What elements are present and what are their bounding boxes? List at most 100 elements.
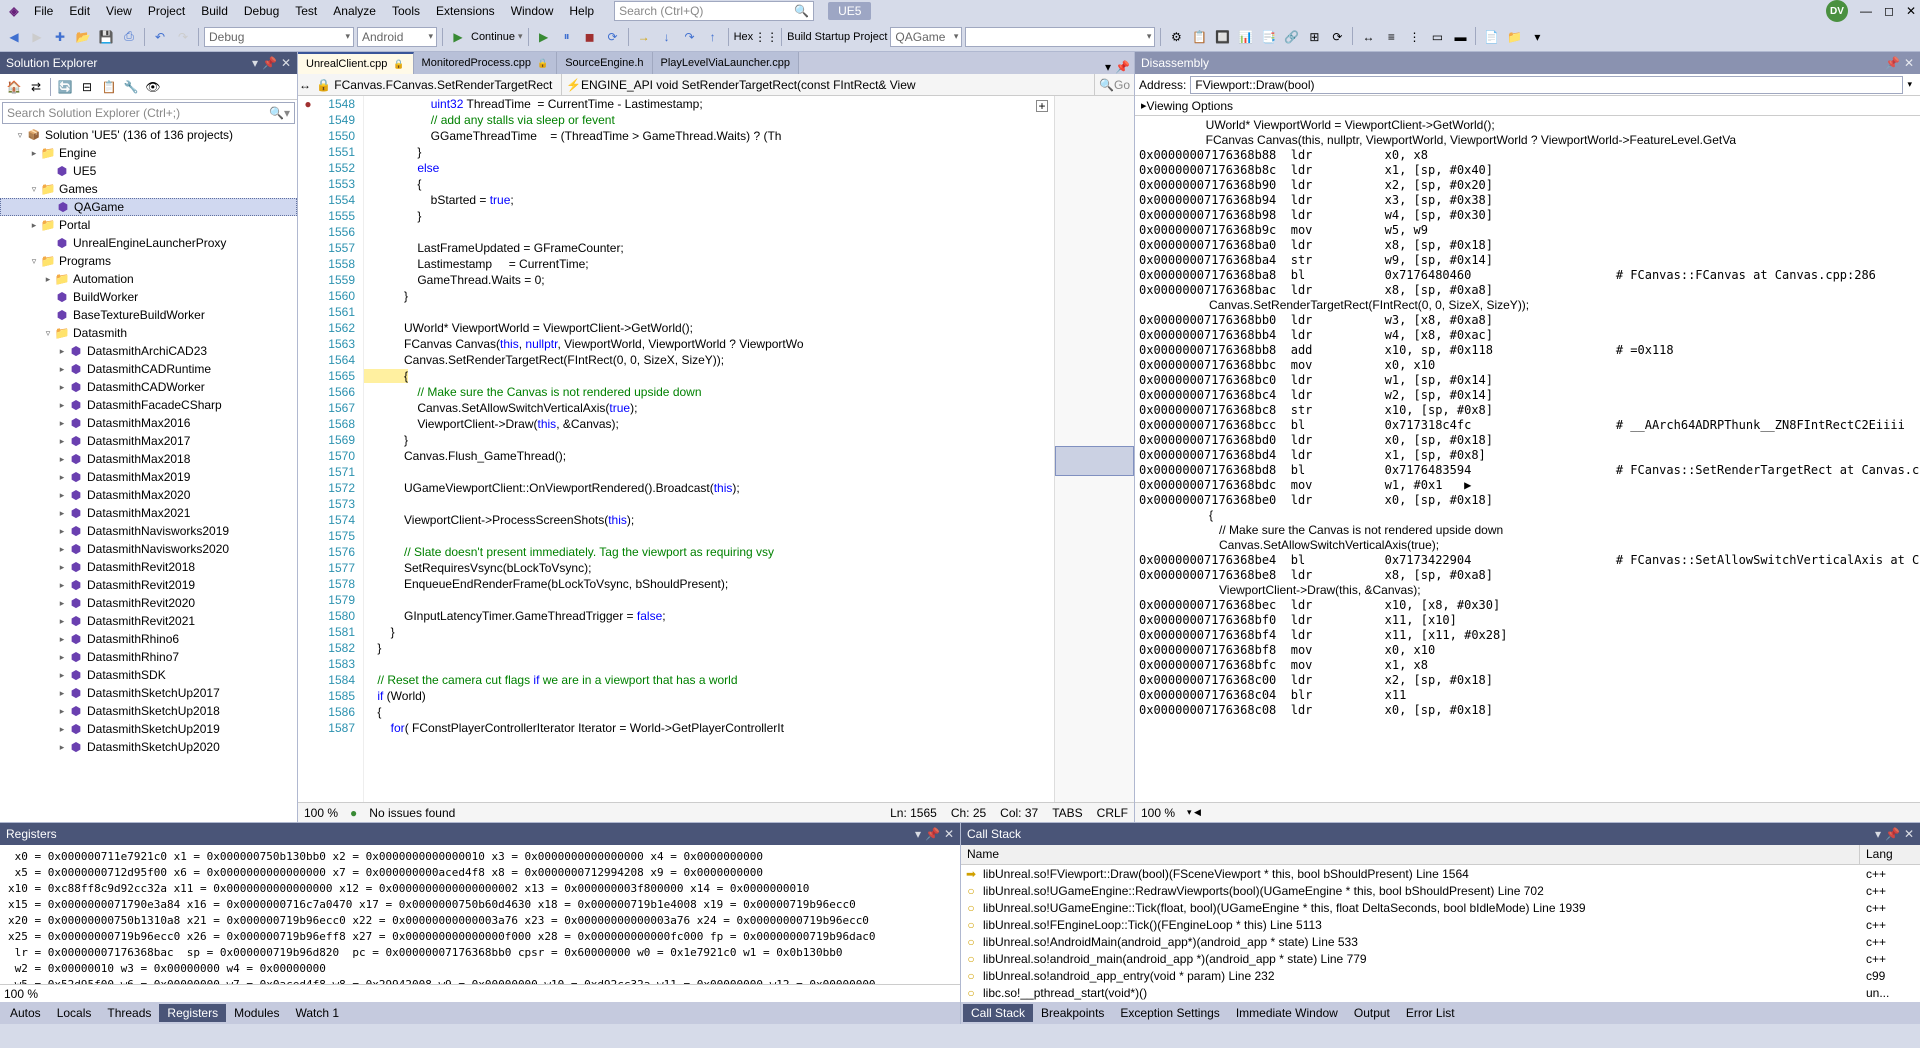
bottom-tab[interactable]: Autos <box>2 1004 49 1022</box>
tree-item[interactable]: ▸📁Engine <box>0 144 297 162</box>
callstack-row[interactable]: ○libUnreal.so!UGameEngine::RedrawViewpor… <box>961 882 1920 899</box>
tree-item[interactable]: ▸⬢DatasmithNavisworks2020 <box>0 540 297 558</box>
tree-arrow-icon[interactable]: ▸ <box>56 418 68 429</box>
tree-item[interactable]: ▸⬢DatasmithRevit2021 <box>0 612 297 630</box>
undo-icon[interactable]: ↶ <box>150 27 170 47</box>
tree-item[interactable]: ▸⬢DatasmithSketchUp2017 <box>0 684 297 702</box>
tree-arrow-icon[interactable]: ▸ <box>56 400 68 411</box>
new-item-icon[interactable]: ✚ <box>50 27 70 47</box>
extra-dropdown[interactable] <box>965 27 1155 47</box>
tree-arrow-icon[interactable]: ▸ <box>56 436 68 447</box>
nav-back-icon[interactable]: ◀ <box>4 27 24 47</box>
callstack-row[interactable]: ○libUnreal.so!UGameEngine::Tick(float, b… <box>961 899 1920 916</box>
callstack-rows[interactable]: ➡libUnreal.so!FViewport::Draw(bool)(FSce… <box>961 865 1920 1002</box>
tree-item[interactable]: ▸⬢DatasmithFacadeCSharp <box>0 396 297 414</box>
editor-tab[interactable]: SourceEngine.h <box>557 52 652 74</box>
tree-arrow-icon[interactable]: ▸ <box>56 562 68 573</box>
tree-arrow-icon[interactable]: ▸ <box>56 382 68 393</box>
pause-icon[interactable]: ⏸ <box>557 27 577 47</box>
bottom-tab[interactable]: Exception Settings <box>1112 1004 1227 1022</box>
platform-dropdown[interactable]: Android <box>357 27 437 47</box>
tool-icon-1[interactable]: ⚙ <box>1166 27 1186 47</box>
minimap[interactable] <box>1054 96 1134 802</box>
menu-window[interactable]: Window <box>503 2 562 20</box>
nav-fwd-icon[interactable]: ▶ <box>27 27 47 47</box>
tree-arrow-icon[interactable]: ▿ <box>14 130 26 141</box>
editor-tab[interactable]: UnrealClient.cpp 🔒 <box>298 52 414 74</box>
tree-item[interactable]: ▸⬢DatasmithMax2021 <box>0 504 297 522</box>
show-next-icon[interactable]: → <box>634 27 654 47</box>
tool-icon-5[interactable]: 📑 <box>1258 27 1278 47</box>
bottom-tab[interactable]: Output <box>1346 1004 1398 1022</box>
tree-item[interactable]: ▿📁Datasmith <box>0 324 297 342</box>
start-no-debug-icon[interactable]: ▶ <box>534 27 554 47</box>
close-panel-icon[interactable]: ✕ <box>1904 56 1914 70</box>
tree-item[interactable]: ⬢BaseTextureBuildWorker <box>0 306 297 324</box>
tree-item[interactable]: ▸⬢DatasmithMax2017 <box>0 432 297 450</box>
bottom-tab[interactable]: Locals <box>49 1004 100 1022</box>
menu-tools[interactable]: Tools <box>384 2 428 20</box>
viewing-options[interactable]: ▸ Viewing Options <box>1135 96 1920 116</box>
tool-icon-9[interactable]: ↔ <box>1358 27 1378 47</box>
tool-icon-12[interactable]: ▭ <box>1427 27 1447 47</box>
pin-tab-icon[interactable]: 📌 <box>1115 60 1130 74</box>
tree-item[interactable]: ▸⬢DatasmithRevit2018 <box>0 558 297 576</box>
tree-item[interactable]: ▿📁Games <box>0 180 297 198</box>
crlf-indicator[interactable]: CRLF <box>1097 806 1128 820</box>
nav-member-dropdown[interactable]: ⚡ ENGINE_API void SetRenderTargetRect(co… <box>562 74 1095 95</box>
restart-icon[interactable]: ⟳ <box>603 27 623 47</box>
tree-arrow-icon[interactable]: ▸ <box>56 454 68 465</box>
split-plus-icon[interactable]: + <box>1036 100 1048 112</box>
se-search-input[interactable]: Search Solution Explorer (Ctrl+;)🔍▾ <box>2 102 295 124</box>
solution-tree[interactable]: ▿📦Solution 'UE5' (136 of 136 projects)▸📁… <box>0 126 297 822</box>
tree-item[interactable]: ▿📁Programs <box>0 252 297 270</box>
close-panel-icon[interactable]: ✕ <box>944 827 954 841</box>
menu-edit[interactable]: Edit <box>61 2 98 20</box>
tree-arrow-icon[interactable]: ▸ <box>28 148 40 159</box>
tool-icon-4[interactable]: 📊 <box>1235 27 1255 47</box>
save-all-icon[interactable]: ⎙ <box>119 27 139 47</box>
registers-content[interactable]: x0 = 0x000000711e7921c0 x1 = 0x000000750… <box>0 845 960 984</box>
callstack-row[interactable]: ○libUnreal.so!android_main(android_app *… <box>961 950 1920 967</box>
menu-help[interactable]: Help <box>561 2 602 20</box>
tree-arrow-icon[interactable]: ▸ <box>56 652 68 663</box>
menu-debug[interactable]: Debug <box>236 2 287 20</box>
disassembly-content[interactable]: UWorld* ViewportWorld = ViewportClient->… <box>1135 116 1920 802</box>
tool-icon-13[interactable]: ▬ <box>1450 27 1470 47</box>
tree-item[interactable]: ▸⬢DatasmithSketchUp2019 <box>0 720 297 738</box>
tree-item[interactable]: ▸⬢DatasmithMax2019 <box>0 468 297 486</box>
tool-icon-14[interactable]: 📄 <box>1481 27 1501 47</box>
preview-icon[interactable]: 👁 <box>143 77 163 97</box>
tree-arrow-icon[interactable]: ▸ <box>56 580 68 591</box>
tree-item[interactable]: ▸⬢DatasmithSketchUp2020 <box>0 738 297 756</box>
maximize-icon[interactable]: ◻ <box>1884 4 1894 18</box>
menu-project[interactable]: Project <box>140 2 193 20</box>
tree-arrow-icon[interactable]: ▸ <box>56 598 68 609</box>
dropdown-icon[interactable]: ▾ <box>915 827 921 841</box>
bottom-tab[interactable]: Modules <box>226 1004 287 1022</box>
editor-tab[interactable]: PlayLevelViaLauncher.cpp <box>653 52 799 74</box>
callstack-row[interactable]: ➡libUnreal.so!FViewport::Draw(bool)(FSce… <box>961 865 1920 882</box>
editor-tab[interactable]: MonitoredProcess.cpp 🔒 <box>414 52 558 74</box>
bottom-tab[interactable]: Threads <box>99 1004 159 1022</box>
tool-icon-10[interactable]: ≡ <box>1381 27 1401 47</box>
home-icon[interactable]: 🏠 <box>4 77 24 97</box>
close-panel-icon[interactable]: ✕ <box>1904 827 1914 841</box>
tool-icon-8[interactable]: ⟳ <box>1327 27 1347 47</box>
bottom-tab[interactable]: Immediate Window <box>1228 1004 1346 1022</box>
menu-view[interactable]: View <box>98 2 140 20</box>
dropdown-icon[interactable]: ▾ <box>1875 827 1881 841</box>
col-name[interactable]: Name <box>961 845 1860 864</box>
continue-icon[interactable]: ▶ <box>448 27 468 47</box>
tree-item[interactable]: ▸⬢DatasmithRhino7 <box>0 648 297 666</box>
stop-icon[interactable]: ◼ <box>580 27 600 47</box>
pin-icon[interactable]: 📌 <box>925 827 940 841</box>
tree-arrow-icon[interactable]: ▸ <box>56 688 68 699</box>
bottom-tab[interactable]: Call Stack <box>963 1004 1033 1022</box>
bottom-tab[interactable]: Registers <box>159 1004 226 1022</box>
menu-analyze[interactable]: Analyze <box>325 2 384 20</box>
tree-arrow-icon[interactable]: ▿ <box>28 184 40 195</box>
properties-icon[interactable]: 🔧 <box>121 77 141 97</box>
minimize-icon[interactable]: — <box>1860 4 1872 18</box>
tool-icon-11[interactable]: ⋮ <box>1404 27 1424 47</box>
